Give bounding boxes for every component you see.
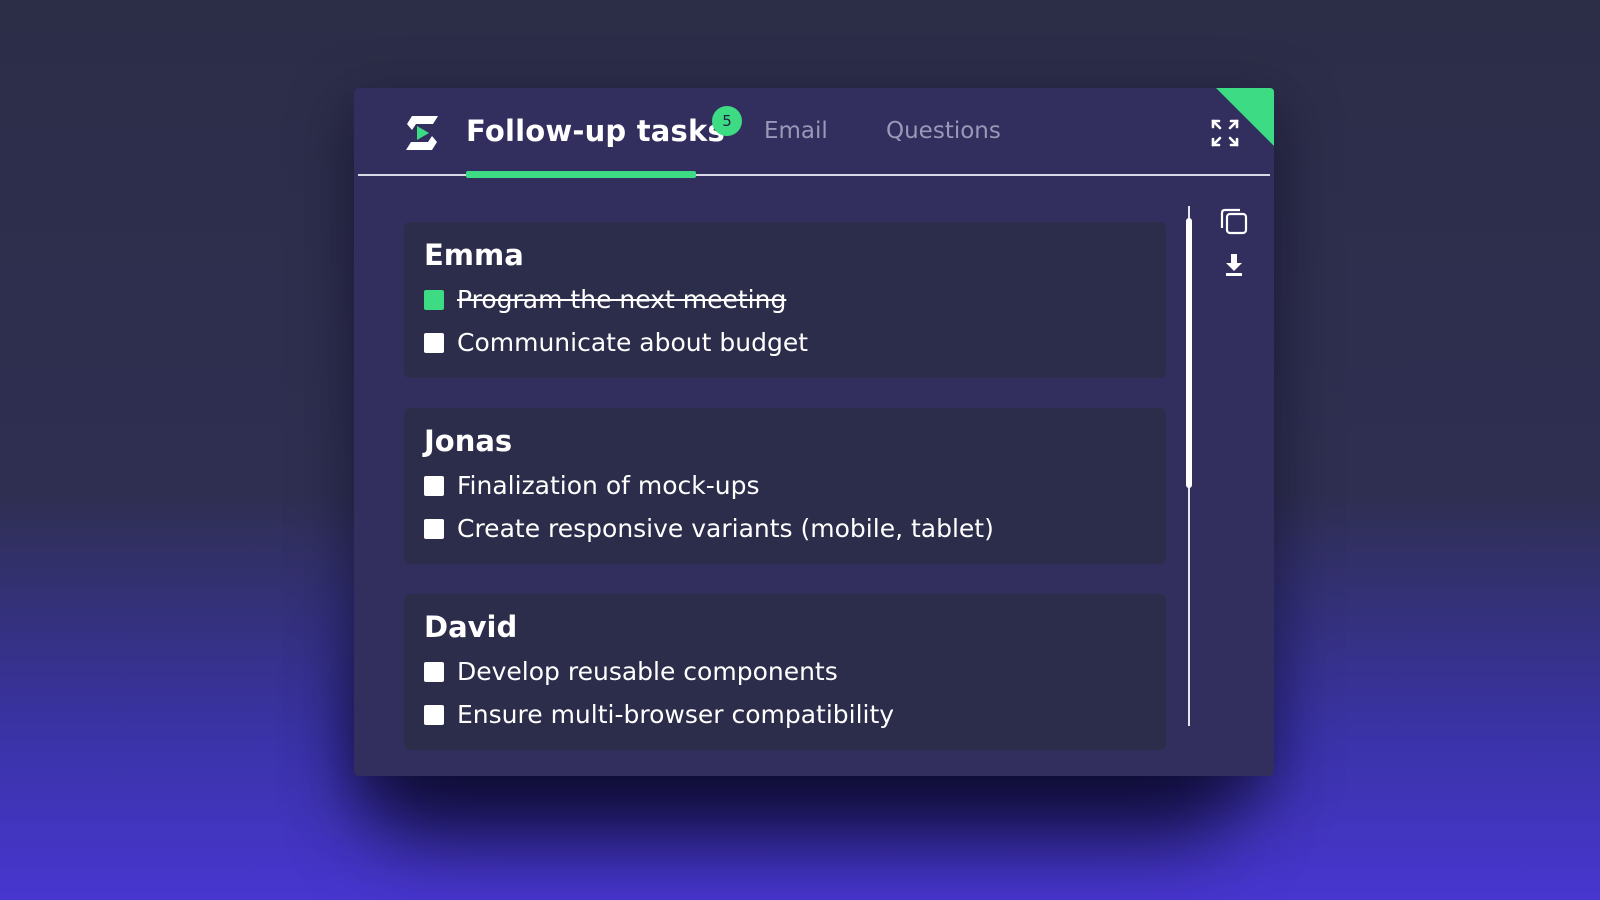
person-name: Jonas [424,424,513,458]
task-list: Emma Program the next meeting Communicat… [404,222,1166,776]
person-name: Emma [424,238,524,272]
task-checkbox[interactable] [424,704,444,725]
task-item: Create responsive variants (mobile, tabl… [424,507,1146,550]
person-name: David [424,610,518,644]
task-item: Develop reusable components [424,650,1146,693]
tab-follow-up-tasks[interactable]: Follow-up tasks [466,114,725,148]
task-item: Finalization of mock-ups [424,464,1146,507]
panel-header: Follow-up tasks 5 Email Questions [354,88,1274,178]
task-label: Communicate about budget [457,328,809,357]
person-card: Emma Program the next meeting Communicat… [404,222,1166,378]
task-label: Program the next meeting [457,285,787,314]
tab-email[interactable]: Email [764,118,828,144]
person-card: David Develop reusable components Ensure… [404,594,1166,750]
task-count-badge: 5 [712,106,742,136]
task-checkbox[interactable] [424,475,444,496]
task-item: Communicate about budget [424,321,1146,364]
app-logo-icon [402,114,442,152]
task-item: Program the next meeting [424,278,1146,321]
task-label: Ensure multi-browser compatibility [457,700,895,729]
scrollbar-thumb[interactable] [1186,218,1192,488]
task-label: Develop reusable components [457,657,838,686]
expand-icon[interactable] [1210,118,1240,148]
download-icon[interactable] [1221,252,1251,282]
follow-up-panel: Follow-up tasks 5 Email Questions Emma P… [354,88,1274,776]
task-checkbox[interactable] [424,332,444,353]
tab-questions[interactable]: Questions [886,118,1001,144]
task-label: Create responsive variants (mobile, tabl… [457,514,994,543]
person-card: Jonas Finalization of mock-ups Create re… [404,408,1166,564]
task-item: Ensure multi-browser compatibility [424,693,1146,736]
task-checkbox[interactable] [424,289,444,310]
task-label: Finalization of mock-ups [457,471,760,500]
task-checkbox[interactable] [424,661,444,682]
task-checkbox[interactable] [424,518,444,539]
active-tab-indicator [466,171,696,178]
copy-icon[interactable] [1219,206,1249,236]
